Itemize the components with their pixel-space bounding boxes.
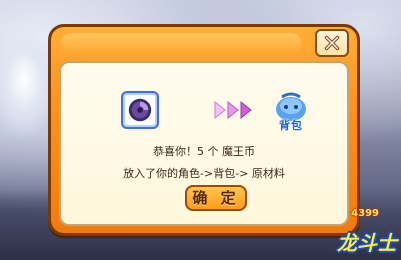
purple-orb-item-icon (128, 98, 152, 122)
reward-message: 恭喜你！5 个 魔王币 (153, 145, 255, 158)
logo-number: 4399 (351, 208, 379, 219)
triple-arrow-icon (214, 100, 252, 120)
close-icon (324, 35, 340, 51)
confirm-button[interactable]: 确 定 (185, 185, 247, 211)
backpack: 背包 (271, 89, 311, 132)
reward-dialog: 背包 恭喜你！5 个 魔王币 放入了你的角色->背包-> 原材料 确 定 (48, 24, 360, 236)
game-logo: 4399 龙斗士 (321, 208, 397, 256)
close-button[interactable] (315, 29, 349, 57)
dialog-header-bar (61, 33, 301, 55)
reward-destination-message: 放入了你的角色->背包-> 原材料 (123, 167, 285, 180)
logo-title: 龙斗士 (337, 231, 397, 255)
backpack-label: 背包 (279, 119, 303, 132)
dialog-content-panel: 背包 恭喜你！5 个 魔王币 放入了你的角色->背包-> 原材料 确 定 (59, 61, 349, 226)
reward-item-slot[interactable] (121, 91, 159, 129)
